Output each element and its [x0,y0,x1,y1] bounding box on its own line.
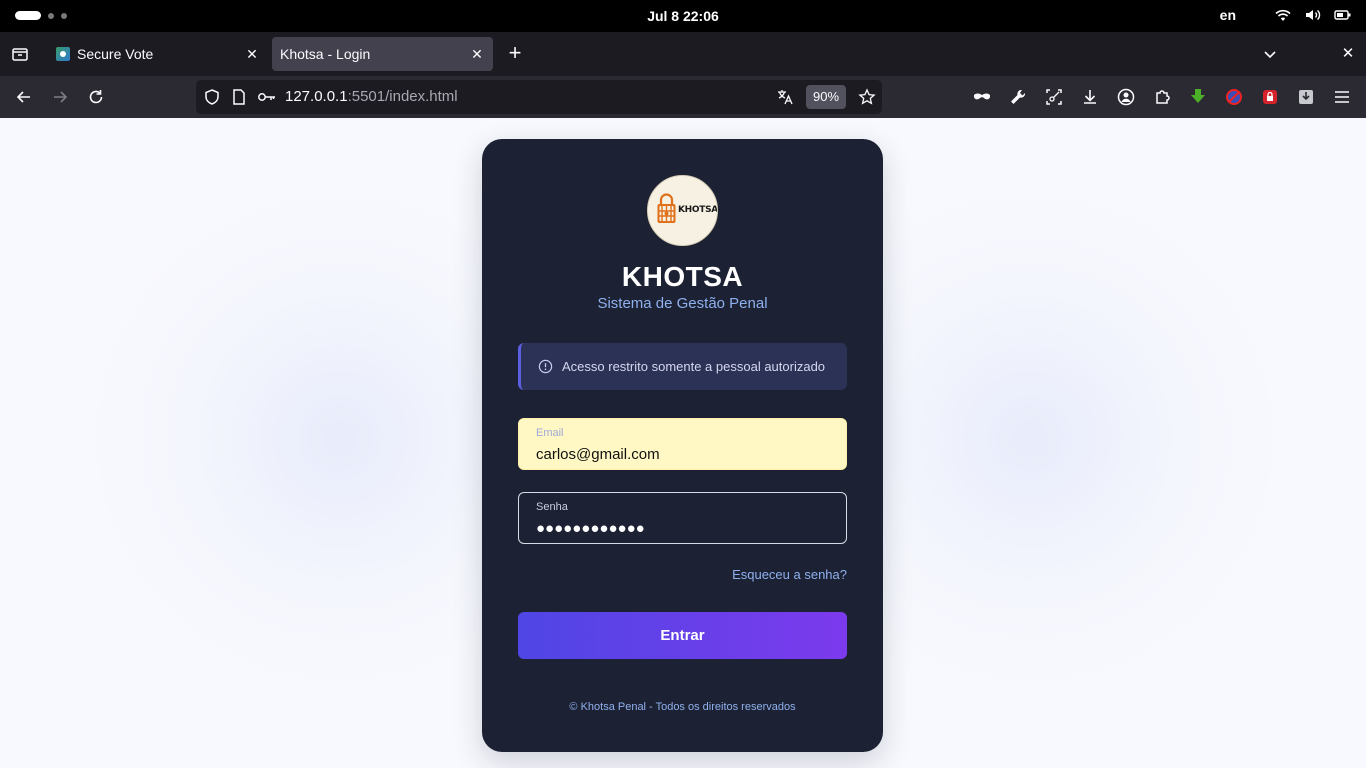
logo-wordmark: KHOTSA [678,205,718,215]
login-card: KHOTSA KHOTSA Sistema de Gestão Penal Ac… [482,139,883,752]
brand-title: KHOTSA [621,261,744,292]
wrench-icon[interactable] [1008,87,1028,107]
tab-close-icon[interactable]: ✕ [465,42,489,66]
green-download-extension-icon[interactable] [1188,87,1208,107]
email-input[interactable] [536,443,826,465]
password-label: Senha [536,501,568,513]
back-arrow-icon[interactable] [13,86,35,108]
volume-icon [1304,7,1322,23]
notice-text: Acesso restrito somente a pessoal autori… [562,359,826,374]
zoom-level-badge[interactable]: 90% [806,85,846,109]
close-window-button[interactable]: ✕ [1338,44,1358,64]
account-icon[interactable] [1116,87,1136,107]
tab-title: Secure Vote [77,46,154,62]
page-viewport: KHOTSA KHOTSA Sistema de Gestão Penal Ac… [0,118,1366,768]
login-submit-button[interactable]: Entrar [518,612,847,659]
extensions-puzzle-icon[interactable] [1152,87,1172,107]
navigation-toolbar: 127.0.0.1:5501/index.html 90% [0,76,1366,118]
url-bar[interactable]: 127.0.0.1:5501/index.html 90% [196,80,882,114]
password-input[interactable] [536,517,826,539]
private-mask-icon[interactable] [972,87,992,107]
blocker-extension-icon[interactable] [1224,87,1244,107]
url-text[interactable]: 127.0.0.1:5501/index.html [285,88,458,105]
hamburger-menu-icon[interactable] [1332,87,1352,107]
brand-subtitle: Sistema de Gestão Penal [597,295,768,312]
download-icon[interactable] [1080,87,1100,107]
info-circle-icon [538,359,553,374]
lock-extension-icon[interactable] [1260,87,1280,107]
keyboard-language[interactable]: en [1220,7,1236,23]
email-label: Email [536,427,564,439]
email-field[interactable]: Email [518,418,847,470]
forgot-password-link[interactable]: Esqueceu a senha? [732,567,847,582]
clock[interactable]: Jul 8 22:06 [0,8,1366,24]
password-field[interactable]: Senha [518,492,847,544]
tab-close-icon[interactable]: ✕ [240,42,264,66]
translate-icon[interactable] [776,88,794,106]
url-host: 127.0.0.1 [285,88,348,105]
firefox-view-icon[interactable] [10,44,30,64]
system-tray[interactable]: en [1220,7,1352,23]
tab-khotsa-login[interactable]: Khotsa - Login ✕ [272,37,493,71]
url-path: :5501/index.html [347,88,458,105]
secure-vote-favicon [56,47,70,61]
key-icon[interactable] [257,88,275,106]
os-top-bar: Jul 8 22:06 en [0,0,1366,32]
bookmark-star-icon[interactable] [858,88,876,106]
battery-icon [1334,7,1352,23]
shield-icon[interactable] [203,88,221,106]
new-tab-button[interactable]: + [503,42,527,66]
tab-title: Khotsa - Login [280,46,371,62]
save-extension-icon[interactable] [1296,87,1316,107]
page-icon[interactable] [230,88,248,106]
tab-secure-vote[interactable]: Secure Vote ✕ [48,37,268,71]
tab-strip: Secure Vote ✕ Khotsa - Login ✕ + ✕ [0,32,1366,76]
restricted-access-notice: Acesso restrito somente a pessoal autori… [518,343,847,390]
wifi-icon [1274,7,1292,23]
tab-list-chevron-icon[interactable] [1260,44,1280,64]
forward-arrow-icon[interactable] [49,86,71,108]
reload-icon[interactable] [85,86,107,108]
footer-copyright: © Khotsa Penal - Todos os direitos reser… [569,701,796,713]
khotsa-logo: KHOTSA [647,175,718,246]
screenshot-icon[interactable] [1044,87,1064,107]
